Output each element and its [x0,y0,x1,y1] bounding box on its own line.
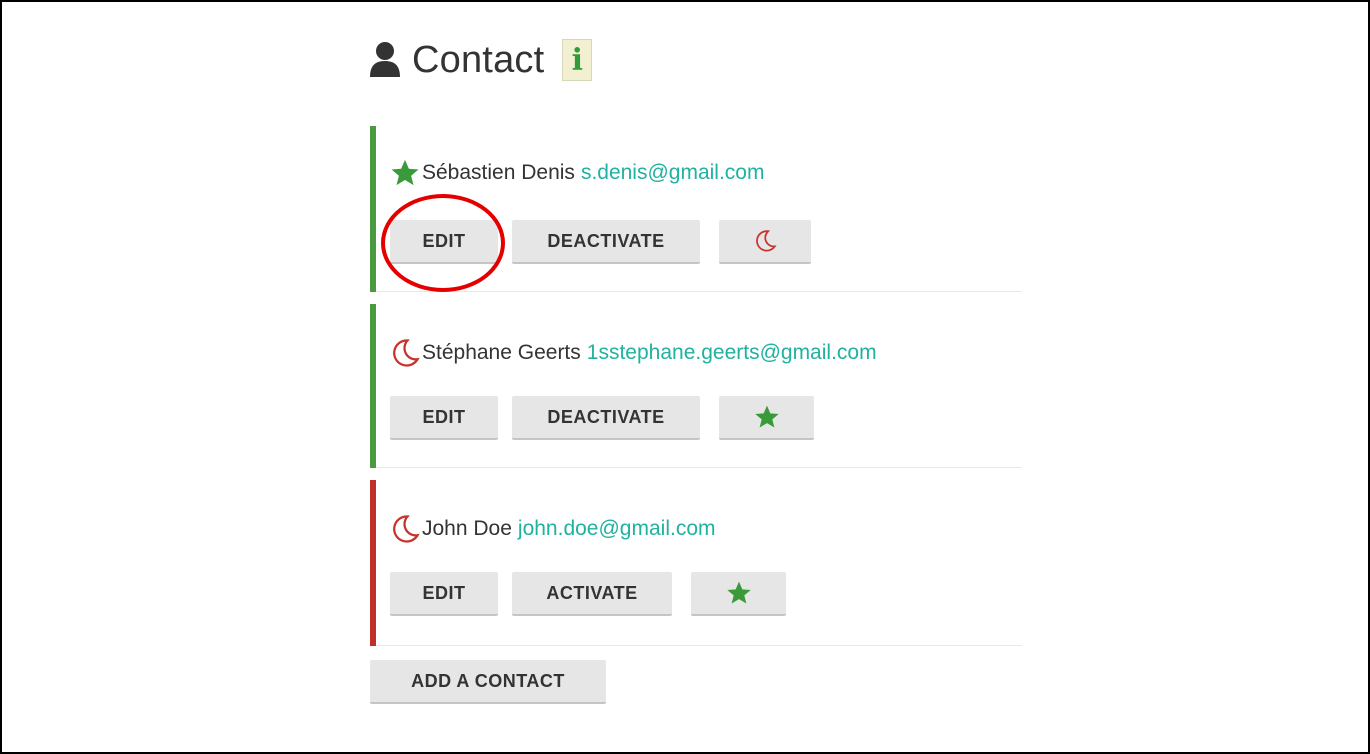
contact-email[interactable]: john.doe@gmail.com [518,517,716,541]
star-icon [726,581,751,604]
edit-button[interactable]: EDIT [390,220,498,264]
contact-card: John Doe john.doe@gmail.com EDIT ACTIVAT… [370,480,1022,646]
moon-icon [393,515,420,543]
contact-info: Stéphane Geerts 1sstephane.geerts@gmail.… [390,338,877,368]
contact-name: Stéphane Geerts [422,341,581,364]
add-contact-button[interactable]: ADD A CONTACT [370,660,606,704]
page-header: Contact i [368,36,593,84]
contact-name: John Doe [422,517,512,540]
contact-info: Sébastien Denis s.denis@gmail.com [390,158,764,188]
activate-button[interactable]: ACTIVATE [512,572,672,616]
edit-button[interactable]: EDIT [390,572,498,616]
edit-button[interactable]: EDIT [390,396,498,440]
page-title: Contact [412,38,545,81]
set-favorite-button[interactable] [691,572,786,616]
deactivate-button[interactable]: DEACTIVATE [512,220,700,264]
contact-email[interactable]: 1sstephane.geerts@gmail.com [587,341,877,365]
contact-card: Sébastien Denis s.denis@gmail.com EDIT D… [370,126,1022,292]
user-icon [370,42,400,77]
set-inactive-button[interactable] [719,220,811,264]
contact-email[interactable]: s.denis@gmail.com [581,161,765,185]
divider [376,467,1022,468]
contact-info: John Doe john.doe@gmail.com [390,514,716,544]
status-bar-active [370,126,376,292]
deactivate-button[interactable]: DEACTIVATE [512,396,700,440]
screenshot-frame: Contact i Sébastien Denis s.denis@gmail.… [0,0,1370,754]
moon-icon [393,339,420,367]
star-icon [391,159,419,186]
star-icon [754,405,779,428]
contact-name: Sébastien Denis [422,161,575,184]
set-favorite-button[interactable] [719,396,814,440]
contact-card: Stéphane Geerts 1sstephane.geerts@gmail.… [370,304,1022,468]
info-icon[interactable]: i [562,39,593,81]
moon-icon [756,230,777,252]
divider [376,645,1022,646]
divider [376,291,1022,292]
status-bar-active [370,304,376,468]
status-bar-inactive [370,480,376,646]
info-icon-glyph: i [571,42,584,78]
